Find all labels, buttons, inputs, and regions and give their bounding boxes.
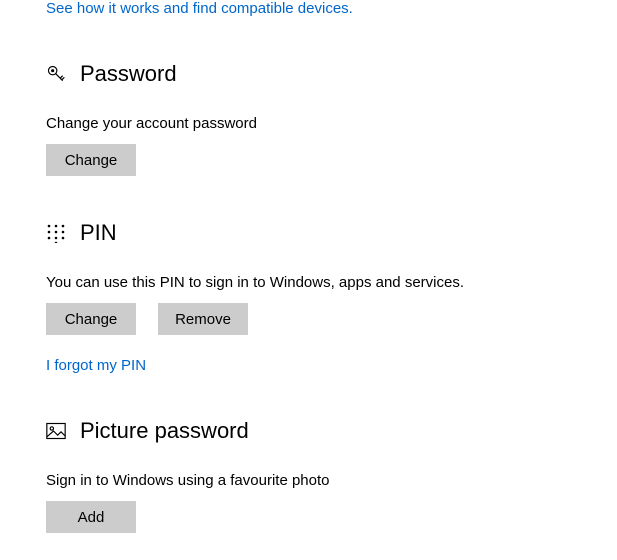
password-section: Password Change your account password Ch…: [46, 61, 617, 176]
pin-title: PIN: [80, 220, 117, 246]
key-icon: [46, 64, 66, 84]
keypad-icon: [46, 223, 66, 243]
picture-password-add-button[interactable]: Add: [46, 501, 136, 533]
picture-password-title: Picture password: [80, 418, 249, 444]
pin-description: You can use this PIN to sign in to Windo…: [46, 274, 617, 291]
pin-section: PIN You can use this PIN to sign in to W…: [46, 220, 617, 374]
forgot-pin-link[interactable]: I forgot my PIN: [46, 357, 146, 374]
picture-password-section: Picture password Sign in to Windows usin…: [46, 418, 617, 533]
password-change-button[interactable]: Change: [46, 144, 136, 176]
picture-password-header: Picture password: [46, 418, 617, 444]
pin-header: PIN: [46, 220, 617, 246]
pin-remove-button[interactable]: Remove: [158, 303, 248, 335]
password-title: Password: [80, 61, 177, 87]
picture-password-description: Sign in to Windows using a favourite pho…: [46, 472, 617, 489]
picture-icon: [46, 421, 66, 441]
hello-compatibility-link[interactable]: See how it works and find compatible dev…: [46, 0, 353, 17]
password-description: Change your account password: [46, 115, 617, 132]
password-header: Password: [46, 61, 617, 87]
pin-change-button[interactable]: Change: [46, 303, 136, 335]
